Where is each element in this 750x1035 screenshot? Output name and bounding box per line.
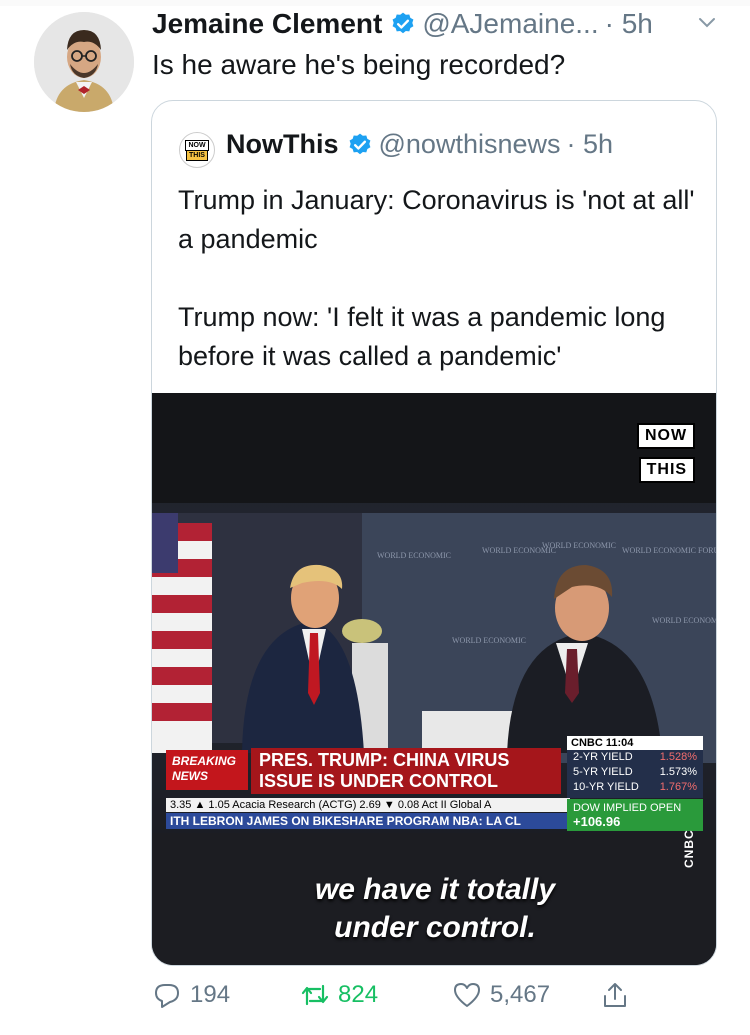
tweet-time[interactable]: · 5h: [605, 8, 653, 40]
verified-icon: [392, 12, 414, 34]
yield-row: 10-YR YIELD 1.767%: [567, 780, 703, 795]
quoted-tweet[interactable]: NOW THIS NowThis @nowthisnews · 5h Trump…: [151, 100, 717, 966]
share-button[interactable]: [600, 980, 638, 1010]
nowthis-video-badge: NOW THIS: [637, 423, 696, 491]
cnbc-title: CNBC 11:04: [567, 736, 703, 750]
quoted-author-name[interactable]: NowThis: [226, 129, 339, 160]
news-ticker: ITH LEBRON JAMES ON BIKESHARE PROGRAM NB…: [166, 813, 570, 829]
yield-row: 2-YR YIELD 1.528%: [567, 750, 703, 765]
yield-value: 1.767%: [659, 781, 697, 793]
action-bar: 194 824 5,467: [0, 980, 750, 1020]
yield-value: 1.528%: [659, 751, 697, 763]
nowthis-logo: NOW THIS: [179, 132, 215, 168]
logo-line-2: THIS: [186, 150, 208, 161]
video-subtitle: we have it totally under control.: [314, 873, 556, 944]
yield-value: 1.573%: [659, 766, 697, 778]
author-handle[interactable]: @AJemaine...: [422, 8, 598, 40]
tweet-text: Is he aware he's being recorded?: [152, 49, 566, 80]
badge-line-2: THIS: [638, 457, 696, 483]
yield-label: 2-YR YIELD: [573, 751, 633, 763]
heart-icon: [454, 983, 480, 1007]
verified-icon: [349, 133, 370, 154]
logo-line-1: NOW: [185, 139, 209, 151]
reply-icon: [155, 984, 179, 1008]
badge-line-1: NOW: [637, 423, 696, 449]
yield-label: 5-YR YIELD: [573, 766, 633, 778]
svg-text:WORLD ECONOMIC FORUM: WORLD ECONOMIC FORUM: [622, 546, 717, 555]
dow-label: DOW IMPLIED OPEN: [573, 802, 682, 814]
cnbc-watermark: CNBC: [682, 829, 696, 868]
tweet-header: Jemaine Clement @AJemaine... · 5h: [152, 4, 732, 44]
yield-row: 5-YR YIELD 1.573%: [567, 765, 703, 780]
retweet-button[interactable]: 824: [300, 980, 378, 1010]
reply-button[interactable]: 194: [152, 980, 230, 1010]
reply-count: 194: [190, 981, 231, 1008]
yield-box: CNBC 11:04 2-YR YIELD 1.528% 5-YR YIELD …: [567, 736, 703, 798]
share-icon: [604, 983, 626, 1007]
yield-label: 10-YR YIELD: [573, 781, 639, 793]
breaking-news-label: BREAKING NEWS: [166, 750, 248, 790]
retweet-count: 824: [338, 981, 379, 1008]
retweet-icon: [301, 984, 329, 1006]
news-headline: PRES. TRUMP: CHINA VIRUS ISSUE IS UNDER …: [251, 748, 561, 794]
video-player[interactable]: WORLD ECONOMIC WORLD ECONOMIC WORLD ECONO…: [152, 393, 717, 965]
dow-value: +106.96: [573, 814, 621, 829]
quoted-author-handle[interactable]: @nowthisnews: [379, 129, 561, 160]
quoted-text: Trump in January: Coronavirus is 'not at…: [178, 185, 695, 371]
avatar[interactable]: [34, 12, 134, 112]
like-count: 5,467: [490, 981, 551, 1008]
author-name[interactable]: Jemaine Clement: [152, 8, 382, 40]
dow-box: DOW IMPLIED OPEN +106.96: [567, 799, 703, 831]
svg-text:WORLD ECONOMIC FORUM: WORLD ECONOMIC FORUM: [652, 616, 717, 625]
svg-text:WORLD ECONOMIC: WORLD ECONOMIC: [377, 551, 451, 560]
svg-text:WORLD ECONOMIC: WORLD ECONOMIC: [542, 541, 616, 550]
chevron-down-icon[interactable]: [696, 12, 718, 34]
stock-ticker: 3.35 ▲ 1.05 Acacia Research (ACTG) 2.69 …: [166, 798, 570, 812]
quoted-time[interactable]: · 5h: [567, 129, 614, 160]
quoted-header: NowThis @nowthisnews · 5h: [226, 129, 613, 160]
svg-text:WORLD ECONOMIC: WORLD ECONOMIC: [452, 636, 526, 645]
like-button[interactable]: 5,467: [452, 980, 550, 1010]
avatar-photo: [34, 12, 134, 112]
flag: [152, 513, 212, 753]
